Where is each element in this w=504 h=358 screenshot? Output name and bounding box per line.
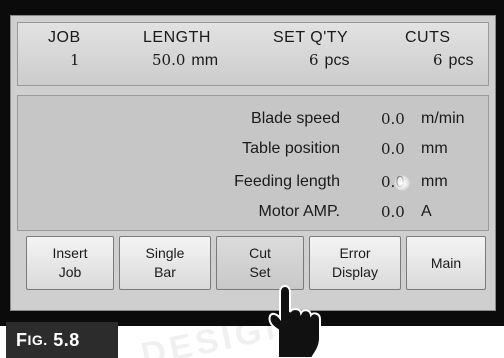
status-row-blade-speed: Blade speed 0.0 m/min	[18, 110, 490, 132]
motor-amp-unit: A	[421, 203, 432, 220]
machine-status-panel: Blade speed 0.0 m/min Table position 0.0…	[17, 95, 489, 231]
length-label: LENGTH	[143, 29, 211, 46]
cuts-value: 6 pcs	[433, 51, 474, 69]
status-row-table-position: Table position 0.0 mm	[18, 140, 490, 162]
main-button[interactable]: Main	[406, 236, 486, 290]
cuts-column: CUTS	[405, 29, 451, 47]
table-position-unit: mm	[421, 140, 448, 157]
function-button-bar: Insert Job Single Bar Cut Set Error Disp…	[17, 236, 489, 294]
set-qty-value: 6 pcs	[309, 51, 350, 69]
status-row-feeding-length: Feeding length 0.0 mm	[18, 173, 490, 195]
motor-amp-value: 0.0	[381, 203, 405, 221]
feeding-length-label: Feeding length	[234, 173, 340, 190]
length-unit: mm	[191, 52, 219, 69]
figure-caption: F IG. 5.8	[6, 322, 118, 358]
cuts-label: CUTS	[405, 29, 451, 46]
job-header-panel: JOB 1 LENGTH 50.0 mm SET Q'TY 6 pcs CUTS 6…	[17, 22, 489, 86]
cuts-unit: pcs	[448, 52, 474, 69]
insert-job-button[interactable]: Insert Job	[26, 236, 114, 290]
length-column: LENGTH	[143, 29, 211, 47]
blade-speed-unit: m/min	[421, 110, 465, 127]
job-value: 1	[70, 51, 80, 69]
feeding-length-unit: mm	[421, 173, 448, 190]
table-position-value: 0.0	[381, 140, 405, 158]
blade-speed-value: 0.0	[381, 110, 405, 128]
blade-speed-label: Blade speed	[251, 110, 340, 127]
motor-amp-label: Motor AMP.	[258, 203, 340, 220]
length-value: 50.0 mm	[152, 51, 219, 69]
table-position-label: Table position	[242, 140, 340, 157]
set-qty-column: SET Q'TY	[273, 29, 348, 47]
screen-glare	[394, 175, 410, 191]
set-qty-unit: pcs	[324, 52, 350, 69]
job-column: JOB	[48, 29, 81, 47]
status-row-motor-amp: Motor AMP. 0.0 A	[18, 203, 490, 225]
single-bar-button[interactable]: Single Bar	[119, 236, 211, 290]
set-qty-label: SET Q'TY	[273, 29, 349, 46]
hand-pointer-icon	[268, 285, 321, 358]
job-label: JOB	[48, 29, 81, 46]
